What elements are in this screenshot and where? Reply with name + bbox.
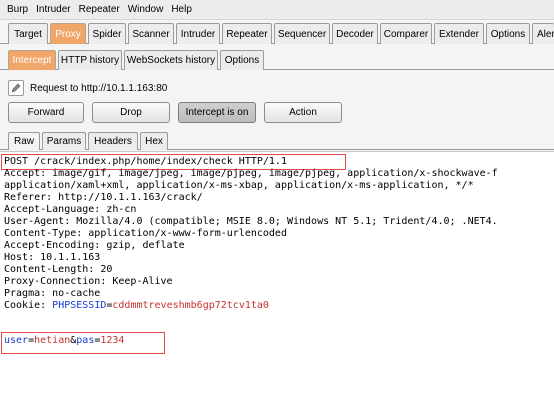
menu-intruder[interactable]: Intruder bbox=[32, 0, 74, 20]
intercept-toggle-button[interactable]: Intercept is on bbox=[178, 102, 256, 123]
pencil-icon[interactable] bbox=[8, 80, 24, 96]
header-line-accept-cont: application/xaml+xml, application/x-ms-x… bbox=[4, 180, 474, 191]
tab-alerts[interactable]: Aler bbox=[532, 23, 554, 44]
param-pas-value: 1234 bbox=[100, 335, 125, 346]
menu-window[interactable]: Window bbox=[124, 0, 168, 20]
cookie-value: cddmmtreveshmb6gp72tcv1ta0 bbox=[112, 300, 269, 311]
header-line-cookie: Cookie: PHPSESSID=cddmmtreveshmb6gp72tcv… bbox=[4, 300, 269, 312]
tab-extender[interactable]: Extender bbox=[434, 23, 484, 44]
request-line: POST /crack/index.php/home/index/check H… bbox=[4, 156, 287, 167]
cookie-prefix: Cookie: bbox=[4, 300, 53, 311]
drop-button[interactable]: Drop bbox=[92, 102, 170, 123]
tab-proxy[interactable]: Proxy bbox=[50, 23, 86, 44]
tab-intruder[interactable]: Intruder bbox=[176, 23, 220, 44]
tab-websockets-history[interactable]: WebSockets history bbox=[124, 50, 218, 70]
raw-request-editor[interactable]: POST /crack/index.php/home/index/check H… bbox=[0, 151, 554, 408]
request-target-label: Request to http://10.1.1.163:80 bbox=[30, 82, 168, 94]
menu-burp[interactable]: Burp bbox=[0, 0, 32, 20]
tab-raw[interactable]: Raw bbox=[8, 132, 40, 150]
tab-scanner[interactable]: Scanner bbox=[128, 23, 174, 44]
tab-proxy-options[interactable]: Options bbox=[220, 50, 264, 70]
request-target: Request to http://10.1.1.163:80 bbox=[8, 80, 167, 96]
tab-intercept[interactable]: Intercept bbox=[8, 50, 56, 70]
tab-repeater[interactable]: Repeater bbox=[222, 23, 272, 44]
proxy-tab-bar: Intercept HTTP history WebSockets histor… bbox=[0, 50, 554, 70]
main-tab-bar: Target Proxy Spider Scanner Intruder Rep… bbox=[0, 23, 554, 44]
header-line-user-agent: User-Agent: Mozilla/4.0 (compatible; MSI… bbox=[4, 216, 498, 227]
header-line-accept-encoding: Accept-Encoding: gzip, deflate bbox=[4, 240, 185, 251]
tab-decoder[interactable]: Decoder bbox=[332, 23, 378, 44]
param-pas-name: pas bbox=[76, 335, 95, 346]
header-line-proxy-connection: Proxy-Connection: Keep-Alive bbox=[4, 276, 173, 287]
menu-help[interactable]: Help bbox=[167, 0, 196, 20]
param-user-name: user bbox=[4, 335, 29, 346]
tab-sequencer[interactable]: Sequencer bbox=[274, 23, 330, 44]
forward-button[interactable]: Forward bbox=[8, 102, 84, 123]
tab-spider[interactable]: Spider bbox=[88, 23, 126, 44]
cookie-name: PHPSESSID bbox=[52, 300, 107, 311]
tab-headers[interactable]: Headers bbox=[88, 132, 138, 150]
header-line-pragma: Pragma: no-cache bbox=[4, 288, 101, 299]
header-line-content-type: Content-Type: application/x-www-form-url… bbox=[4, 228, 287, 239]
tab-comparer[interactable]: Comparer bbox=[380, 23, 432, 44]
menu-repeater[interactable]: Repeater bbox=[75, 0, 124, 20]
message-view-tab-bar: Raw Params Headers Hex bbox=[0, 132, 554, 150]
header-line-host: Host: 10.1.1.163 bbox=[4, 252, 101, 263]
header-line-content-length: Content-Length: 20 bbox=[4, 264, 113, 275]
param-user-value: hetian bbox=[34, 335, 71, 346]
header-line-accept-language: Accept-Language: zh-cn bbox=[4, 204, 137, 215]
request-body: user=hetian&pas=1234 bbox=[4, 335, 124, 347]
menu-bar: Burp Intruder Repeater Window Help bbox=[0, 0, 554, 20]
tab-hex[interactable]: Hex bbox=[140, 132, 168, 150]
action-button[interactable]: Action bbox=[264, 102, 342, 123]
tab-target[interactable]: Target bbox=[8, 23, 48, 44]
header-line-referer: Referer: http://10.1.1.163/crack/ bbox=[4, 192, 203, 203]
tab-params[interactable]: Params bbox=[42, 132, 86, 150]
header-line-accept: Accept: image/gif, image/jpeg, image/pjp… bbox=[4, 168, 498, 179]
tab-options[interactable]: Options bbox=[486, 23, 530, 44]
tab-http-history[interactable]: HTTP history bbox=[58, 50, 122, 70]
